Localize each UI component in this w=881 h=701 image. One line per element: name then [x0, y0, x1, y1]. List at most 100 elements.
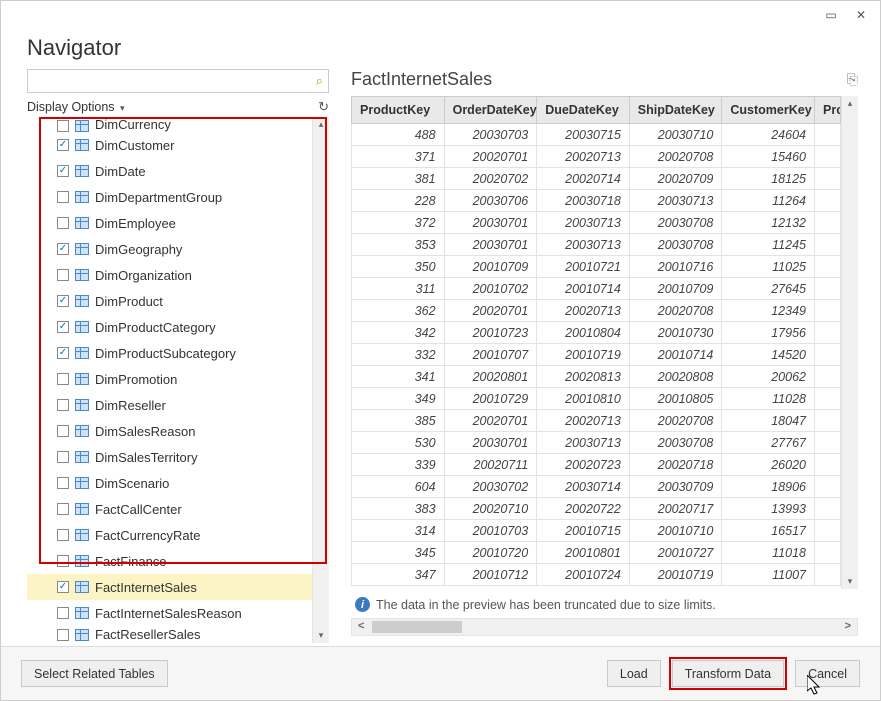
- preview-options-icon[interactable]: ⎘: [847, 71, 858, 88]
- left-panel: ⌕ Display Options ▾ ↻ DimCurrencyDimCust…: [27, 69, 329, 636]
- checkbox[interactable]: [57, 399, 69, 411]
- tree-item-dimcurrency[interactable]: DimCurrency: [27, 117, 312, 132]
- checkbox[interactable]: [57, 503, 69, 515]
- search-icon[interactable]: ⌕: [316, 73, 323, 89]
- checkbox[interactable]: [57, 191, 69, 203]
- table-tree[interactable]: DimCurrencyDimCustomerDimDate DimDepartme…: [27, 117, 312, 643]
- table-row[interactable]: 34520010720200108012001072711018: [352, 542, 841, 564]
- table-row[interactable]: 38120020702200207142002070918125: [352, 168, 841, 190]
- table-row[interactable]: 48820030703200307152003071024604: [352, 124, 841, 146]
- tree-item-factinternetsales[interactable]: FactInternetSales: [27, 574, 312, 600]
- tree-item-dimproduct[interactable]: DimProduct: [27, 288, 312, 314]
- col-header[interactable]: ShipDateKey: [629, 97, 722, 124]
- checkbox[interactable]: [57, 165, 69, 177]
- preview-grid[interactable]: ProductKeyOrderDateKeyDueDateKeyShipDate…: [351, 96, 841, 589]
- table-icon: [75, 321, 89, 333]
- col-header[interactable]: ProductKey: [352, 97, 445, 124]
- tree-item-factcurrencyrate[interactable]: FactCurrencyRate: [27, 522, 312, 548]
- tree-item-dimemployee[interactable]: DimEmployee: [27, 210, 312, 236]
- checkbox[interactable]: [57, 321, 69, 333]
- checkbox[interactable]: [57, 373, 69, 385]
- dialog-footer: Select Related Tables Load Transform Dat…: [1, 646, 880, 700]
- col-header[interactable]: DueDateKey: [537, 97, 630, 124]
- table-row[interactable]: 37220030701200307132003070812132: [352, 212, 841, 234]
- tree-item-factresellersales[interactable]: FactResellerSales: [27, 626, 312, 643]
- table-row[interactable]: 36220020701200207132002070812349: [352, 300, 841, 322]
- table-row[interactable]: 34220010723200108042001073017956: [352, 322, 841, 344]
- col-header[interactable]: CustomerKey: [722, 97, 815, 124]
- table-row[interactable]: 31420010703200107152001071016517: [352, 520, 841, 542]
- tree-item-label: DimProduct: [95, 294, 163, 309]
- checkbox[interactable]: [57, 269, 69, 281]
- grid-hscrollbar[interactable]: <>: [351, 618, 858, 636]
- checkbox[interactable]: [57, 629, 69, 641]
- close-icon[interactable]: ✕: [846, 4, 876, 26]
- maximize-icon[interactable]: ▭: [816, 4, 846, 26]
- cancel-button[interactable]: Cancel: [795, 660, 860, 687]
- checkbox[interactable]: [57, 581, 69, 593]
- table-row[interactable]: 33220010707200107192001071414520: [352, 344, 841, 366]
- table-row[interactable]: 38520020701200207132002070818047: [352, 410, 841, 432]
- table-row[interactable]: 31120010702200107142001070927645: [352, 278, 841, 300]
- checkbox[interactable]: [57, 529, 69, 541]
- tree-item-dimsalesterritory[interactable]: DimSalesTerritory: [27, 444, 312, 470]
- tree-item-label: FactResellerSales: [95, 627, 201, 642]
- table-icon: [75, 555, 89, 567]
- table-icon: [75, 503, 89, 515]
- checkbox[interactable]: [57, 451, 69, 463]
- checkbox[interactable]: [57, 347, 69, 359]
- table-row[interactable]: 34920010729200108102001080511028: [352, 388, 841, 410]
- tree-item-dimscenario[interactable]: DimScenario: [27, 470, 312, 496]
- table-row[interactable]: 38320020710200207222002071713993: [352, 498, 841, 520]
- table-icon: [75, 425, 89, 437]
- table-icon: [75, 607, 89, 619]
- search-input[interactable]: [27, 69, 329, 93]
- checkbox[interactable]: [57, 120, 69, 132]
- load-button[interactable]: Load: [607, 660, 661, 687]
- col-header[interactable]: Pro: [815, 97, 841, 124]
- checkbox[interactable]: [57, 295, 69, 307]
- grid-vscrollbar[interactable]: ▴ ▾: [841, 96, 858, 589]
- table-row[interactable]: 60420030702200307142003070918906: [352, 476, 841, 498]
- table-icon: [75, 581, 89, 593]
- tree-item-factinternetsalesreason[interactable]: FactInternetSalesReason: [27, 600, 312, 626]
- tree-item-dimpromotion[interactable]: DimPromotion: [27, 366, 312, 392]
- checkbox[interactable]: [57, 217, 69, 229]
- checkbox[interactable]: [57, 607, 69, 619]
- table-row[interactable]: 53020030701200307132003070827767: [352, 432, 841, 454]
- tree-item-dimproductcategory[interactable]: DimProductCategory: [27, 314, 312, 340]
- tree-item-dimsalesreason[interactable]: DimSalesReason: [27, 418, 312, 444]
- table-icon: [75, 191, 89, 203]
- preview-panel: FactInternetSales ⎘ ProductKeyOrderDateK…: [351, 69, 858, 636]
- tree-item-dimreseller[interactable]: DimReseller: [27, 392, 312, 418]
- tree-item-factcallcenter[interactable]: FactCallCenter: [27, 496, 312, 522]
- tree-item-dimdepartmentgroup[interactable]: DimDepartmentGroup: [27, 184, 312, 210]
- tree-item-label: DimOrganization: [95, 268, 192, 283]
- tree-scrollbar[interactable]: ▴▾: [312, 117, 329, 643]
- transform-data-button[interactable]: Transform Data: [672, 660, 784, 687]
- tree-item-dimorganization[interactable]: DimOrganization: [27, 262, 312, 288]
- table-row[interactable]: 22820030706200307182003071311264: [352, 190, 841, 212]
- tree-item-factfinance[interactable]: FactFinance: [27, 548, 312, 574]
- table-icon: [75, 120, 89, 132]
- tree-item-label: DimDepartmentGroup: [95, 190, 222, 205]
- table-row[interactable]: 37120020701200207132002070815460: [352, 146, 841, 168]
- checkbox[interactable]: [57, 477, 69, 489]
- select-related-tables-button[interactable]: Select Related Tables: [21, 660, 168, 687]
- table-row[interactable]: 34120020801200208132002080820062: [352, 366, 841, 388]
- table-row[interactable]: 35020010709200107212001071611025: [352, 256, 841, 278]
- tree-item-dimgeography[interactable]: DimGeography: [27, 236, 312, 262]
- table-row[interactable]: 34720010712200107242001071911007: [352, 564, 841, 586]
- table-row[interactable]: 33920020711200207232002071826020: [352, 454, 841, 476]
- checkbox[interactable]: [57, 139, 69, 151]
- tree-item-dimproductsubcategory[interactable]: DimProductSubcategory: [27, 340, 312, 366]
- checkbox[interactable]: [57, 243, 69, 255]
- refresh-icon[interactable]: ↻: [318, 99, 329, 115]
- display-options-dropdown[interactable]: Display Options ▾: [27, 100, 125, 114]
- tree-item-dimcustomer[interactable]: DimCustomer: [27, 132, 312, 158]
- col-header[interactable]: OrderDateKey: [444, 97, 537, 124]
- checkbox[interactable]: [57, 555, 69, 567]
- checkbox[interactable]: [57, 425, 69, 437]
- tree-item-dimdate[interactable]: DimDate: [27, 158, 312, 184]
- table-row[interactable]: 35320030701200307132003070811245: [352, 234, 841, 256]
